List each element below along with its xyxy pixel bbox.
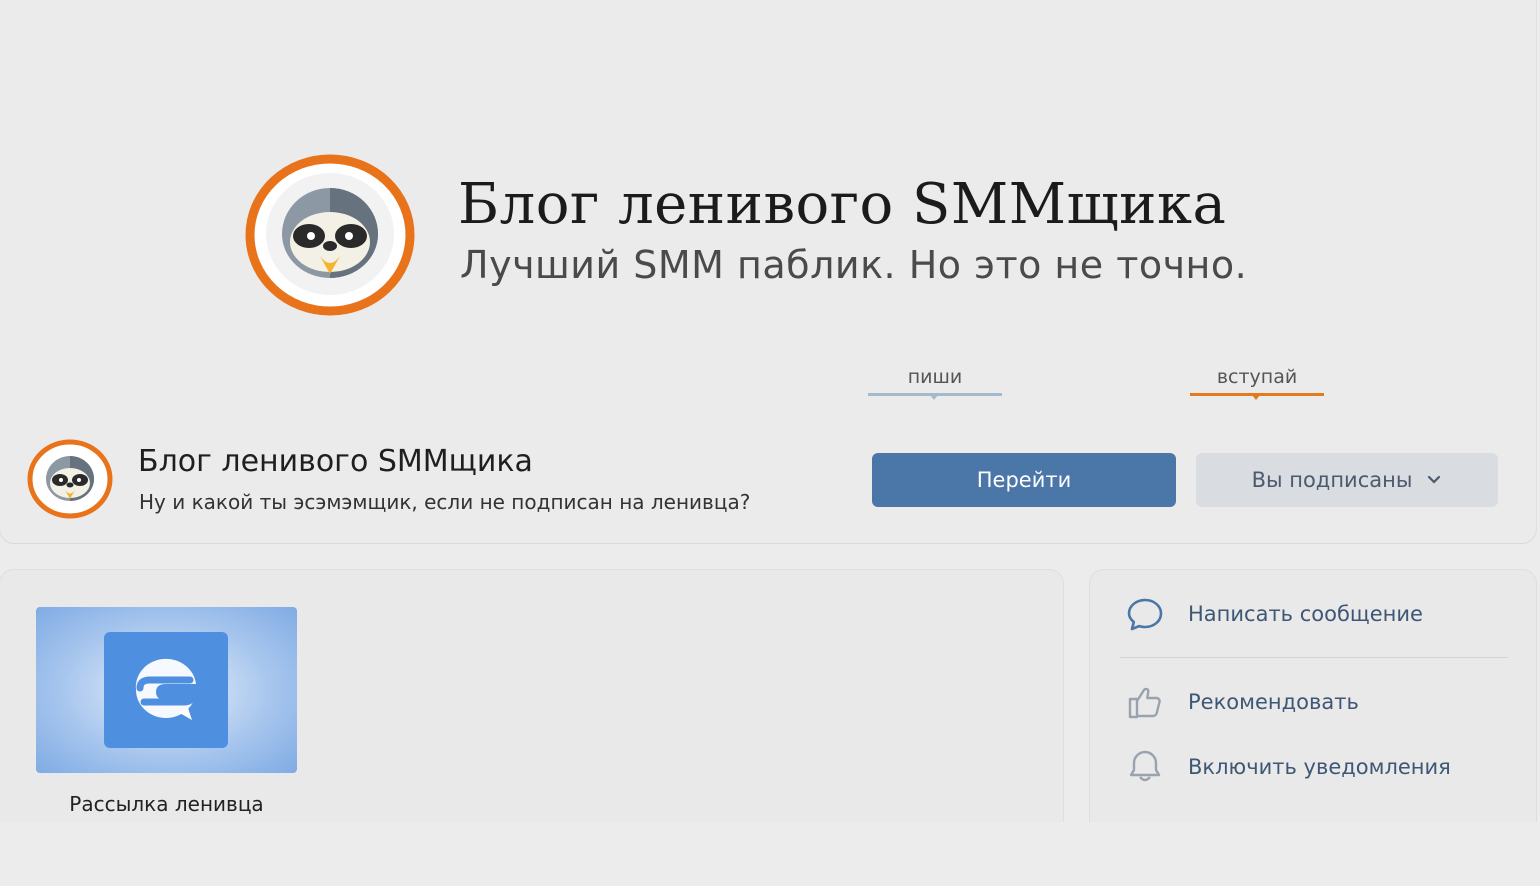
- divider: [1120, 657, 1508, 658]
- app-icon: [104, 632, 228, 748]
- chevron-down-icon: [1428, 475, 1441, 484]
- pointer: [1252, 395, 1260, 400]
- community-avatar[interactable]: [26, 438, 114, 520]
- cover-image: Блог ленивого SMMщика Лучший SMM паблик.…: [0, 0, 1536, 425]
- pointer: [930, 395, 938, 400]
- recommend-action[interactable]: Рекомендовать: [1090, 677, 1536, 727]
- sloth-logo-icon: [245, 154, 415, 316]
- community-page: Блог ленивого SMMщика Лучший SMM паблик.…: [0, 0, 1540, 886]
- enable-notifications-label: Включить уведомления: [1188, 755, 1451, 779]
- app-tile-newsletter[interactable]: [36, 607, 297, 773]
- send-message-label: Написать сообщение: [1188, 602, 1423, 626]
- community-name: Блог ленивого SMMщика: [138, 444, 533, 479]
- cover-subtitle: Лучший SMM паблик. Но это не точно.: [460, 243, 1248, 287]
- cover-link-join[interactable]: вступай: [1190, 366, 1324, 400]
- cover-link-join-label: вступай: [1216, 366, 1298, 388]
- go-button-label: Перейти: [976, 468, 1072, 492]
- actions-card: Написать сообщение Рекомендовать Включит…: [1090, 570, 1536, 830]
- community-header: Блог ленивого SMMщика Лучший SMM паблик.…: [0, 0, 1536, 543]
- subscribed-dropdown-button[interactable]: Вы подписаны: [1196, 453, 1498, 507]
- recommend-label: Рекомендовать: [1188, 690, 1359, 714]
- cover-link-write[interactable]: пиши: [868, 366, 1002, 400]
- thumbs-up-icon: [1128, 687, 1161, 719]
- bell-icon: [1129, 750, 1161, 782]
- page-bottom: [0, 822, 1540, 886]
- send-message-action[interactable]: Написать сообщение: [1090, 589, 1536, 639]
- community-status: Ну и какой ты эсэмэмщик, если не подписа…: [139, 490, 751, 514]
- chat-bubbles-icon: [135, 658, 196, 720]
- cover-link-write-label: пиши: [907, 366, 963, 388]
- app-label: Рассылка ленивца: [69, 792, 264, 816]
- cover-title: Блог ленивого SMMщика: [458, 172, 1227, 237]
- message-icon: [1127, 598, 1163, 631]
- enable-notifications-action[interactable]: Включить уведомления: [1090, 742, 1536, 792]
- go-button[interactable]: Перейти: [872, 453, 1176, 507]
- subscribed-button-label: Вы подписаны: [1251, 468, 1413, 492]
